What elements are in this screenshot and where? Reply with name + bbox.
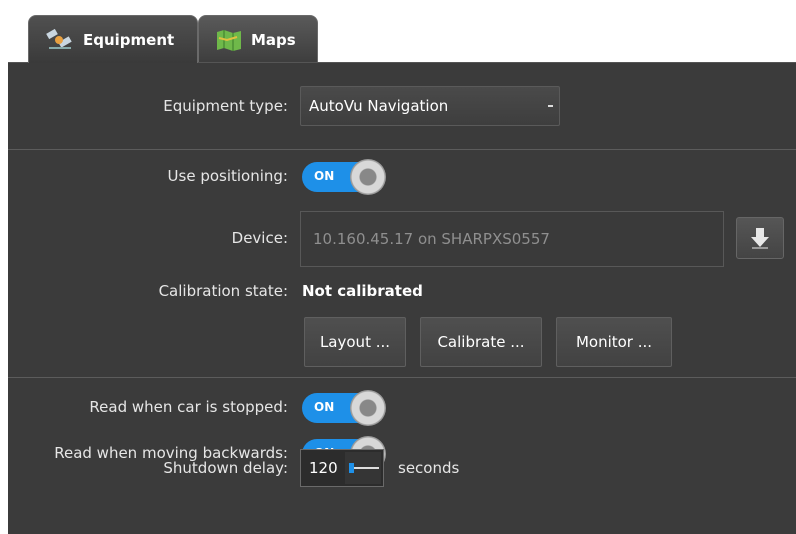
equipment-type-label: Equipment type: [163, 97, 288, 115]
device-value: 10.160.45.17 on SHARPXS0557 [313, 230, 550, 248]
shutdown-delay-stepper[interactable]: 120 [300, 449, 384, 487]
slider-thumb[interactable] [349, 463, 354, 473]
use-positioning-label: Use positioning: [167, 167, 288, 185]
section-divider [8, 377, 796, 378]
tab-equipment[interactable]: Equipment [28, 15, 198, 63]
toggle-knob [350, 159, 386, 195]
shutdown-delay-label: Shutdown delay: [163, 459, 288, 477]
satellite-icon [46, 28, 72, 49]
toggle-state-label: ON [314, 169, 335, 183]
read-stopped-toggle[interactable]: ON [302, 390, 386, 426]
shutdown-delay-unit: seconds [398, 459, 460, 477]
equipment-type-value: AutoVu Navigation [309, 97, 449, 115]
toggle-knob [350, 390, 386, 426]
calibration-state-label: Calibration state: [158, 282, 288, 300]
calibrate-button[interactable]: Calibrate ... [420, 317, 542, 367]
section-divider [8, 149, 796, 150]
download-icon [751, 228, 769, 249]
calibration-state-value: Not calibrated [302, 282, 423, 300]
device-label: Device: [231, 229, 288, 247]
tab-maps[interactable]: Maps [198, 15, 318, 63]
device-select-button[interactable] [736, 217, 784, 259]
slider-track [351, 467, 379, 469]
equipment-panel: Equipment type: AutoVu Navigation Use po… [8, 62, 796, 534]
device-field[interactable]: 10.160.45.17 on SHARPXS0557 [300, 211, 724, 267]
read-stopped-label: Read when car is stopped: [89, 398, 288, 416]
toggle-state-label: ON [314, 400, 335, 414]
equipment-type-select[interactable]: AutoVu Navigation [300, 86, 560, 126]
monitor-button[interactable]: Monitor ... [556, 317, 672, 367]
use-positioning-toggle[interactable]: ON [302, 159, 386, 195]
shutdown-delay-slider[interactable] [345, 452, 381, 484]
map-icon [217, 29, 241, 51]
chevron-down-icon [548, 105, 553, 107]
tab-maps-label: Maps [251, 30, 296, 49]
shutdown-delay-value: 120 [309, 459, 338, 477]
tab-bar: Equipment Maps [8, 0, 796, 63]
layout-button[interactable]: Layout ... [304, 317, 406, 367]
tab-equipment-label: Equipment [83, 30, 175, 49]
